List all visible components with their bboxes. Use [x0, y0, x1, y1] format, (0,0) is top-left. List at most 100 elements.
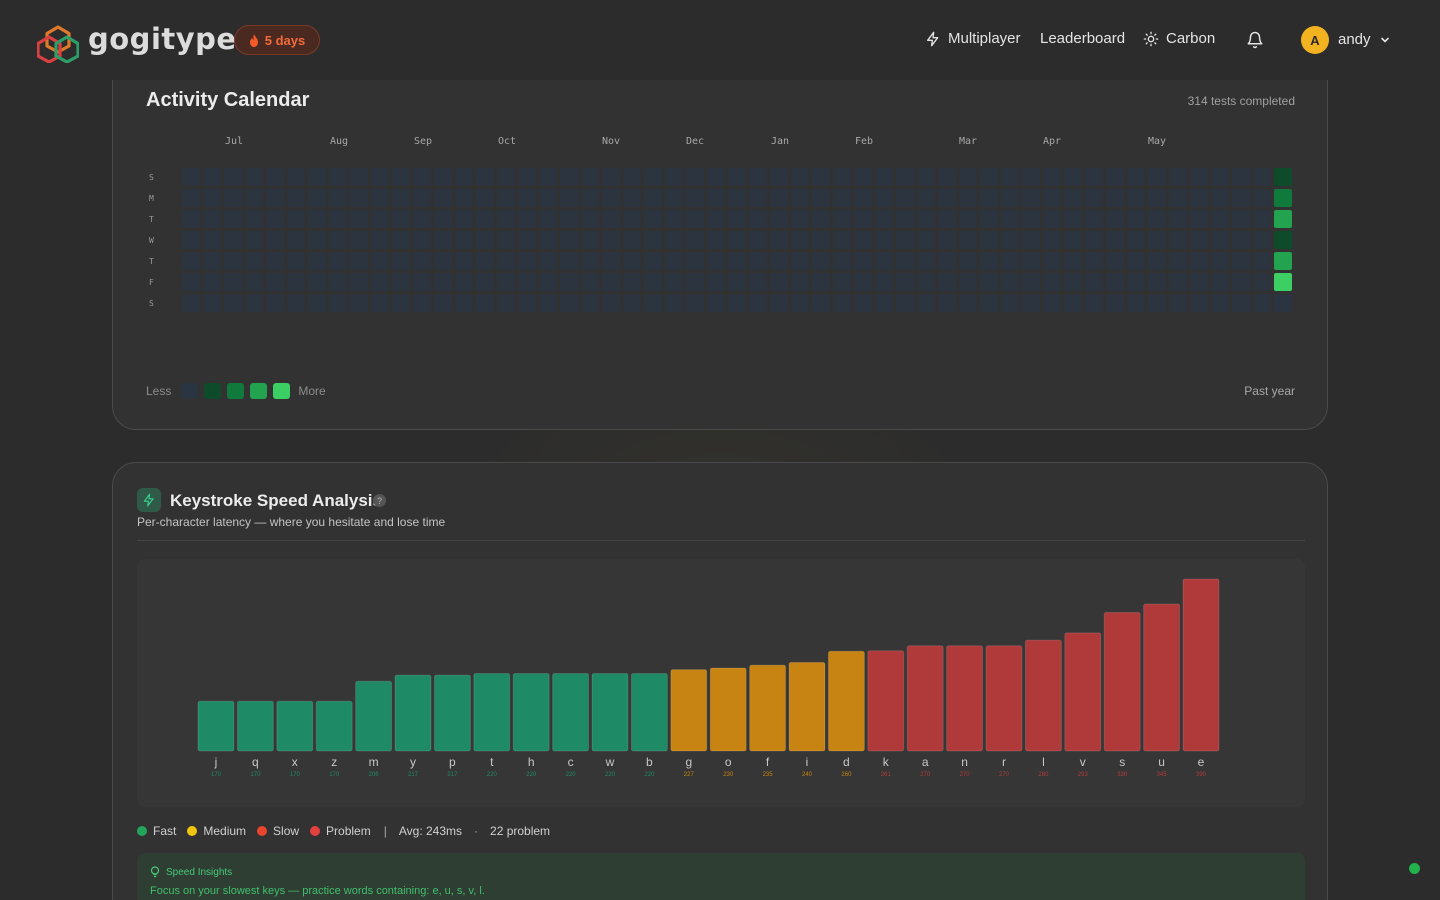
- heatmap-cell[interactable]: [896, 252, 914, 270]
- heatmap-cell[interactable]: [833, 189, 851, 207]
- heatmap-cell[interactable]: [644, 210, 662, 228]
- latency-bar[interactable]: [433, 674, 471, 752]
- heatmap-cell[interactable]: [770, 210, 788, 228]
- heatmap-cell[interactable]: [875, 252, 893, 270]
- heatmap-cell[interactable]: [1274, 210, 1292, 228]
- heatmap-cell[interactable]: [938, 168, 956, 186]
- heatmap-cell[interactable]: [245, 189, 263, 207]
- heatmap-cell[interactable]: [1064, 189, 1082, 207]
- heatmap-cell[interactable]: [602, 231, 620, 249]
- heatmap-cell[interactable]: [308, 294, 326, 312]
- heatmap-cell[interactable]: [581, 273, 599, 291]
- heatmap-cell[interactable]: [329, 189, 347, 207]
- heatmap-cell[interactable]: [812, 273, 830, 291]
- heatmap-cell[interactable]: [644, 231, 662, 249]
- heatmap-cell[interactable]: [791, 168, 809, 186]
- heatmap-cell[interactable]: [980, 168, 998, 186]
- help-icon[interactable]: ?: [373, 494, 386, 507]
- heatmap-cell[interactable]: [896, 189, 914, 207]
- heatmap-cell[interactable]: [203, 168, 221, 186]
- heatmap-cell[interactable]: [497, 168, 515, 186]
- heatmap-cell[interactable]: [224, 231, 242, 249]
- heatmap-cell[interactable]: [1232, 294, 1250, 312]
- heatmap-cell[interactable]: [224, 294, 242, 312]
- heatmap-cell[interactable]: [980, 273, 998, 291]
- heatmap-cell[interactable]: [266, 294, 284, 312]
- heatmap-cell[interactable]: [518, 273, 536, 291]
- heatmap-cell[interactable]: [266, 168, 284, 186]
- heatmap-cell[interactable]: [308, 231, 326, 249]
- heatmap-cell[interactable]: [455, 273, 473, 291]
- heatmap-cell[interactable]: [707, 231, 725, 249]
- heatmap-cell[interactable]: [266, 210, 284, 228]
- heatmap-cell[interactable]: [287, 273, 305, 291]
- heatmap-cell[interactable]: [539, 231, 557, 249]
- heatmap-cell[interactable]: [392, 189, 410, 207]
- heatmap-cell[interactable]: [665, 294, 683, 312]
- heatmap-cell[interactable]: [896, 231, 914, 249]
- heatmap-cell[interactable]: [224, 189, 242, 207]
- heatmap-cell[interactable]: [1232, 252, 1250, 270]
- heatmap-cell[interactable]: [560, 294, 578, 312]
- heatmap-cell[interactable]: [833, 294, 851, 312]
- heatmap-cell[interactable]: [728, 189, 746, 207]
- heatmap-cell[interactable]: [434, 273, 452, 291]
- heatmap-cell[interactable]: [1127, 168, 1145, 186]
- heatmap-cell[interactable]: [980, 189, 998, 207]
- heatmap-cell[interactable]: [896, 210, 914, 228]
- latency-bar[interactable]: [591, 673, 629, 752]
- heatmap-cell[interactable]: [392, 252, 410, 270]
- heatmap-cell[interactable]: [980, 210, 998, 228]
- heatmap-cell[interactable]: [287, 210, 305, 228]
- latency-bar[interactable]: [1064, 632, 1102, 752]
- latency-bar[interactable]: [827, 650, 865, 752]
- heatmap-cell[interactable]: [497, 210, 515, 228]
- heatmap-cell[interactable]: [896, 273, 914, 291]
- heatmap-cell[interactable]: [833, 273, 851, 291]
- heatmap-cell[interactable]: [1001, 252, 1019, 270]
- heatmap-cell[interactable]: [875, 273, 893, 291]
- heatmap-cell[interactable]: [875, 189, 893, 207]
- heatmap-cell[interactable]: [707, 189, 725, 207]
- heatmap-cell[interactable]: [413, 273, 431, 291]
- heatmap-cell[interactable]: [791, 273, 809, 291]
- heatmap-cell[interactable]: [560, 231, 578, 249]
- heatmap-cell[interactable]: [791, 189, 809, 207]
- heatmap-cell[interactable]: [497, 189, 515, 207]
- heatmap-cell[interactable]: [623, 231, 641, 249]
- heatmap-cell[interactable]: [665, 189, 683, 207]
- heatmap-cell[interactable]: [749, 189, 767, 207]
- heatmap-cell[interactable]: [350, 231, 368, 249]
- heatmap-cell[interactable]: [1253, 168, 1271, 186]
- heatmap-cell[interactable]: [203, 294, 221, 312]
- heatmap-cell[interactable]: [602, 168, 620, 186]
- heatmap-cell[interactable]: [980, 294, 998, 312]
- heatmap-cell[interactable]: [1022, 168, 1040, 186]
- heatmap-cell[interactable]: [854, 273, 872, 291]
- heatmap-cell[interactable]: [266, 231, 284, 249]
- heatmap-cell[interactable]: [434, 210, 452, 228]
- latency-bar[interactable]: [867, 650, 905, 752]
- heatmap-cell[interactable]: [518, 294, 536, 312]
- heatmap-cell[interactable]: [1127, 294, 1145, 312]
- heatmap-cell[interactable]: [224, 273, 242, 291]
- heatmap-cell[interactable]: [602, 273, 620, 291]
- heatmap-cell[interactable]: [287, 294, 305, 312]
- heatmap-cell[interactable]: [728, 294, 746, 312]
- latency-bar[interactable]: [630, 673, 668, 752]
- brand-name[interactable]: gogitype: [88, 22, 237, 56]
- chevron-down-icon[interactable]: [1379, 34, 1391, 46]
- heatmap-cell[interactable]: [1085, 252, 1103, 270]
- heatmap-cell[interactable]: [1064, 231, 1082, 249]
- heatmap-cell[interactable]: [917, 210, 935, 228]
- heatmap-cell[interactable]: [182, 252, 200, 270]
- heatmap-cell[interactable]: [959, 273, 977, 291]
- latency-bar[interactable]: [946, 645, 984, 752]
- heatmap-cell[interactable]: [287, 252, 305, 270]
- heatmap-cell[interactable]: [1232, 189, 1250, 207]
- heatmap-cell[interactable]: [1274, 168, 1292, 186]
- heatmap-cell[interactable]: [1148, 252, 1166, 270]
- heatmap-cell[interactable]: [1127, 273, 1145, 291]
- heatmap-cell[interactable]: [770, 189, 788, 207]
- heatmap-cell[interactable]: [812, 252, 830, 270]
